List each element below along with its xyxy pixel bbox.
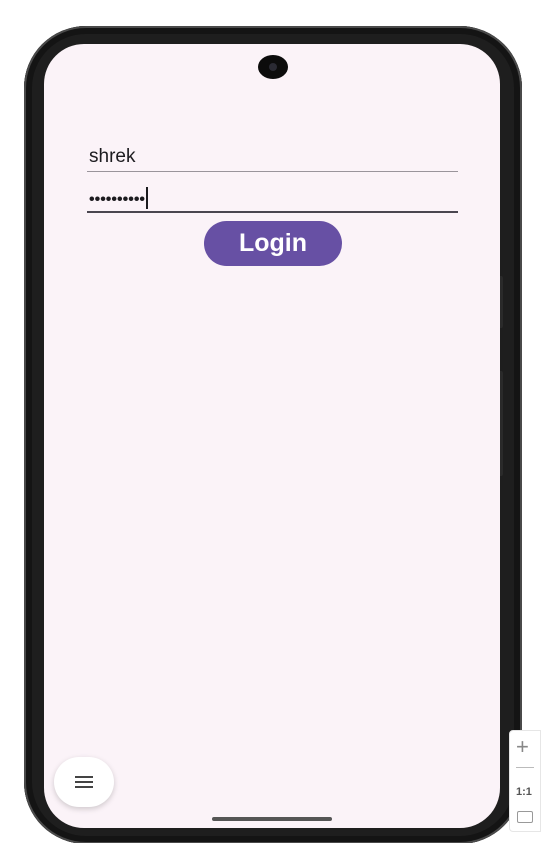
- emulator-window: shrek •••••••••• Login + 1:1: [0, 0, 545, 843]
- login-button[interactable]: Login: [204, 221, 342, 266]
- username-field[interactable]: shrek: [87, 144, 458, 172]
- home-indicator[interactable]: [212, 817, 332, 821]
- menu-button[interactable]: [54, 757, 114, 807]
- app-screen: shrek •••••••••• Login: [44, 44, 500, 828]
- password-value: ••••••••••: [89, 187, 149, 209]
- front-camera: [258, 55, 288, 79]
- password-field[interactable]: ••••••••••: [87, 184, 458, 213]
- zoom-in-button[interactable]: +: [516, 734, 529, 760]
- zoom-ratio-button[interactable]: 1:1: [516, 786, 532, 798]
- fit-screen-icon[interactable]: [517, 811, 533, 823]
- username-value: shrek: [89, 146, 136, 167]
- zoom-separator: [516, 767, 534, 768]
- zoom-panel: + 1:1: [509, 730, 541, 832]
- text-cursor: [146, 187, 149, 209]
- menu-icon: [75, 776, 93, 788]
